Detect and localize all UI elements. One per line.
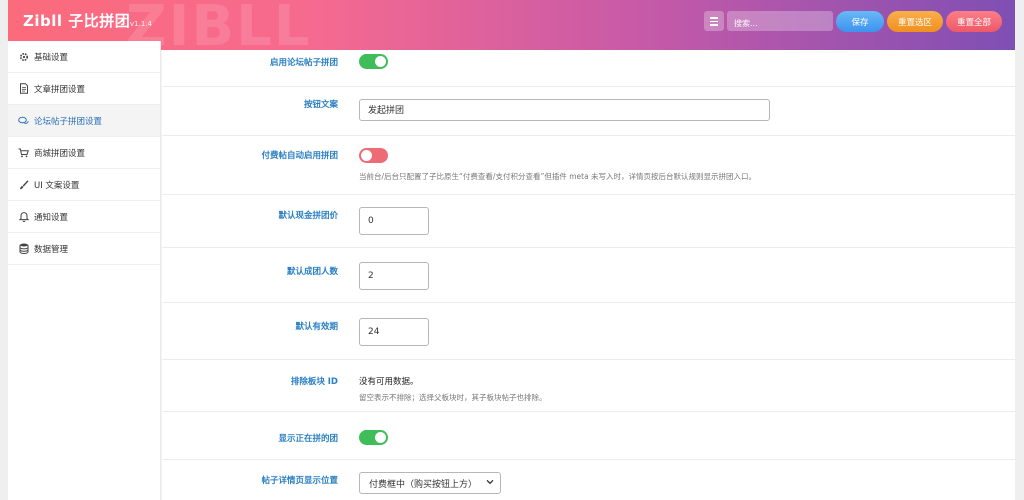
field-label: 启用论坛帖子拼团: [269, 58, 338, 68]
sidebar-item-label: 通知设置: [34, 212, 69, 223]
field-label: 付费帖自动启用拼团: [261, 151, 338, 161]
database-icon: [18, 243, 29, 254]
comments-icon: [18, 115, 29, 126]
display-position-value: 付费框中（购买按钮上方）: [369, 479, 478, 490]
enable-forum-toggle[interactable]: [359, 54, 388, 69]
field-label: 默认现金拼团价: [278, 211, 338, 221]
sidebar-item-forum[interactable]: 论坛帖子拼团设置: [8, 105, 160, 137]
document-icon: [18, 83, 29, 94]
sidebar-item-label: UI 文案设置: [34, 180, 80, 191]
gear-icon: [18, 51, 29, 62]
page-gutter-right: [1015, 0, 1024, 500]
paid-auto-toggle[interactable]: [359, 148, 388, 163]
row-display-position: 帖子详情页显示位置 付费框中（购买按钮上方）: [162, 460, 1015, 500]
app-title: Zibll 子比拼团: [23, 12, 131, 30]
paid-auto-description: 当前台/后台只配置了子比原生“付费查看/支付积分查看”但插件 meta 未写入时…: [359, 172, 757, 181]
save-button[interactable]: 保存: [836, 11, 884, 32]
sidebar-item-label: 论坛帖子拼团设置: [34, 116, 103, 127]
field-label: 默认成团人数: [286, 267, 338, 277]
sidebar-item-label: 数据管理: [34, 244, 69, 255]
page-gutter-left: [0, 0, 8, 500]
display-position-select[interactable]: 付费框中（购买按钮上方）: [359, 472, 501, 494]
field-label: 按钮文案: [303, 100, 338, 110]
sidebar-item-data[interactable]: 数据管理: [8, 233, 160, 265]
sidebar-item-ui-text[interactable]: UI 文案设置: [8, 169, 160, 201]
row-paid-auto: 付费帖自动启用拼团 当前台/后台只配置了子比原生“付费查看/支付积分查看”但插件…: [162, 136, 1015, 195]
sidebar: 基础设置 文章拼团设置 论坛帖子拼团设置 商城拼团设置 UI 文案设置 通知设置: [8, 41, 161, 500]
reset-section-button[interactable]: 重置选区: [887, 11, 943, 32]
app-version: v1.1.4: [130, 20, 152, 28]
row-default-price: 默认现金拼团价: [162, 195, 1015, 248]
field-label: 排除板块 ID: [290, 377, 338, 387]
field-label: 显示正在拼的团: [278, 434, 338, 444]
sidebar-item-notify[interactable]: 通知设置: [8, 201, 160, 233]
expand-menu-icon[interactable]: [704, 11, 724, 31]
field-label: 帖子详情页显示位置: [261, 476, 338, 486]
row-exclude-board: 排除板块 ID 没有可用数据。 留空表示不排除；选择父板块时，其子板块帖子也排除…: [162, 360, 1015, 412]
settings-panel: 启用论坛帖子拼团 按钮文案 付费帖自动启用拼团 当前台/后台只配置了子比原生“付…: [162, 50, 1015, 500]
sidebar-item-label: 基础设置: [34, 52, 69, 63]
default-validity-input[interactable]: [359, 318, 429, 346]
exclude-board-value: 没有可用数据。: [359, 377, 419, 387]
exclude-board-description: 留空表示不排除；选择父板块时，其子板块帖子也排除。: [359, 393, 547, 402]
row-default-validity: 默认有效期: [162, 303, 1015, 360]
brush-icon: [18, 179, 29, 190]
sidebar-item-shop[interactable]: 商城拼团设置: [8, 137, 160, 169]
sidebar-item-label: 文章拼团设置: [34, 84, 86, 95]
chevron-down-icon: [486, 478, 494, 488]
button-text-input[interactable]: [359, 98, 770, 121]
search-box[interactable]: [727, 11, 833, 34]
search-input[interactable]: [727, 13, 833, 34]
cart-icon: [18, 147, 29, 158]
sidebar-item-label: 商城拼团设置: [34, 148, 86, 159]
sidebar-item-article[interactable]: 文章拼团设置: [8, 73, 160, 105]
sidebar-item-basic[interactable]: 基础设置: [8, 41, 160, 73]
reset-all-button[interactable]: 重置全部: [946, 11, 1002, 32]
row-default-members: 默认成团人数: [162, 248, 1015, 303]
field-label: 默认有效期: [295, 322, 338, 332]
row-button-text: 按钮文案: [162, 87, 1015, 136]
row-show-ongoing: 显示正在拼的团: [162, 412, 1015, 460]
default-price-input[interactable]: [359, 207, 429, 235]
bell-icon: [18, 211, 29, 222]
show-ongoing-toggle[interactable]: [359, 430, 388, 445]
default-members-input[interactable]: [359, 262, 429, 290]
row-enable-forum: 启用论坛帖子拼团: [162, 50, 1015, 87]
